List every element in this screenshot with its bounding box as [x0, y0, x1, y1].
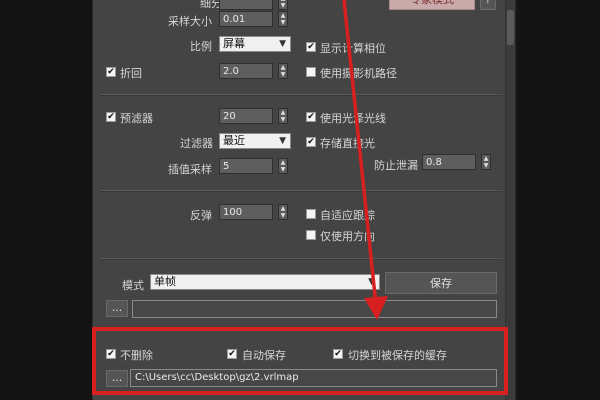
show-calc-phase-checkbox[interactable]: ✔: [306, 42, 316, 52]
adaptive-tracking-label: 自适应跟踪: [320, 209, 375, 222]
highlight-box: [92, 327, 508, 395]
bounce-field[interactable]: 100: [219, 204, 273, 220]
store-direct-label: 存储直接光: [320, 137, 375, 150]
fold-spinner[interactable]: ▲ ▼: [278, 63, 288, 79]
subdivs-spinner[interactable]: ▲▼: [278, 0, 288, 10]
use-light-label: 使用光泽光线: [320, 112, 386, 125]
adaptive-tracking-checkbox[interactable]: [306, 209, 316, 219]
sample-size-field[interactable]: 0.01: [219, 11, 273, 27]
expert-mode-button[interactable]: 专家模式: [389, 0, 475, 10]
interp-samples-label: 插值采样: [168, 163, 212, 176]
camera-path-label: 使用摄影机路径: [320, 67, 397, 80]
fold-label: 折回: [120, 67, 142, 80]
scrollbar-thumb[interactable]: [507, 10, 514, 45]
bounce-spinner[interactable]: ▲ ▼: [278, 204, 288, 220]
fold-field[interactable]: 2.0: [219, 63, 273, 79]
fold-checkbox[interactable]: ✔: [106, 67, 116, 77]
mode-label: 模式: [122, 279, 144, 292]
show-calc-phase-label: 显示计算相位: [320, 42, 386, 55]
prefilter-checkbox[interactable]: ✔: [106, 112, 116, 122]
mode-select-value: 单帧: [154, 275, 176, 288]
mode-select[interactable]: 单帧 ▼: [150, 274, 380, 290]
leak-prevention-spinner[interactable]: ▲ ▼: [481, 154, 491, 170]
scale-select-value: 屏幕: [223, 37, 245, 50]
sample-size-spinner[interactable]: ▲ ▼: [278, 11, 288, 27]
direction-only-label: 仅使用方向: [320, 230, 375, 243]
filter-select-value: 最近: [223, 134, 245, 147]
prefilter-field[interactable]: 20: [219, 108, 273, 124]
scale-select[interactable]: 屏幕 ▼: [219, 36, 291, 52]
section-divider: [100, 258, 502, 260]
prefilter-label: 预滤器: [120, 112, 153, 125]
interp-samples-spinner[interactable]: ▲ ▼: [278, 158, 288, 174]
filter-select[interactable]: 最近 ▼: [219, 133, 291, 149]
prefilter-spinner[interactable]: ▲ ▼: [278, 108, 288, 124]
sample-size-label: 采样大小: [168, 15, 212, 28]
chevron-down-icon: ▼: [279, 136, 286, 146]
help-button[interactable]: ?: [480, 0, 496, 10]
store-direct-checkbox[interactable]: ✔: [306, 137, 316, 147]
use-light-checkbox[interactable]: ✔: [306, 112, 316, 122]
chevron-down-icon: ▼: [368, 277, 375, 287]
browse-button[interactable]: ...: [106, 300, 128, 317]
leak-prevention-field[interactable]: 0.8: [422, 154, 476, 170]
filter-label: 过滤器: [180, 137, 213, 150]
chevron-down-icon: ▼: [279, 39, 286, 49]
save-button[interactable]: 保存: [385, 272, 497, 294]
direction-only-checkbox[interactable]: [306, 230, 316, 240]
subdivs-field[interactable]: [219, 0, 273, 10]
scale-label: 比例: [190, 40, 212, 53]
section-divider: [100, 94, 502, 96]
interp-samples-field[interactable]: 5: [219, 158, 273, 174]
bounce-label: 反弹: [190, 209, 212, 222]
file-path-field[interactable]: [132, 300, 497, 318]
leak-prevention-label: 防止泄漏: [374, 159, 418, 172]
section-divider: [100, 190, 502, 192]
camera-path-checkbox[interactable]: [306, 67, 316, 77]
